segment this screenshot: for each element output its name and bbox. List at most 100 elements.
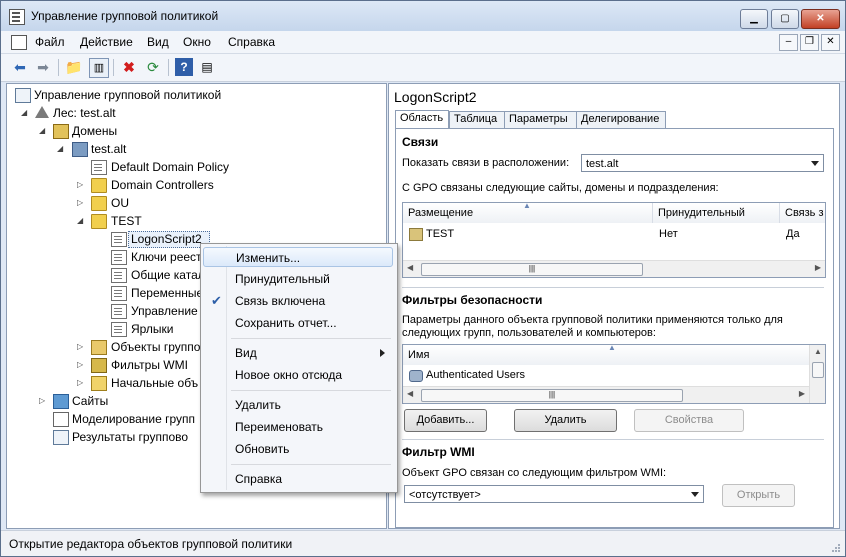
expand-icon[interactable]: ▷ bbox=[77, 176, 83, 194]
links-horizontal-scrollbar[interactable]: ◀ ||| ▶ bbox=[403, 260, 825, 277]
tree-node-gpm-root[interactable]: Управление групповой политикой bbox=[15, 86, 375, 104]
ou-folder-icon bbox=[91, 214, 107, 229]
menu-item-new-window[interactable]: Новое окно отсюда bbox=[203, 365, 393, 385]
menu-item-help[interactable]: Справка bbox=[203, 469, 393, 489]
menu-item-enforced[interactable]: Принудительный bbox=[203, 269, 393, 289]
properties-icon[interactable]: ▤ bbox=[198, 58, 216, 76]
menu-file[interactable]: Файл bbox=[35, 35, 65, 49]
gpo-link-icon bbox=[111, 304, 127, 319]
back-icon[interactable]: ⬅ bbox=[11, 58, 29, 76]
menu-window[interactable]: Окно bbox=[183, 35, 211, 49]
gpo-title: LogonScript2 bbox=[394, 89, 477, 105]
resize-grip-icon[interactable] bbox=[831, 543, 841, 553]
console-icon[interactable] bbox=[11, 35, 27, 50]
app-icon bbox=[9, 9, 25, 25]
menu-item-view[interactable]: Вид bbox=[203, 343, 393, 363]
scroll-up-icon[interactable]: ▲ bbox=[814, 347, 822, 356]
refresh-icon[interactable]: ⟳ bbox=[144, 58, 162, 76]
menu-item-save-report[interactable]: Сохранить отчет... bbox=[203, 313, 393, 333]
gpo-link-icon bbox=[111, 322, 127, 337]
tab-settings[interactable]: Параметры bbox=[504, 111, 577, 128]
collapse-icon[interactable]: ◢ bbox=[77, 212, 83, 230]
scroll-right-icon[interactable]: ▶ bbox=[815, 263, 821, 272]
tree-node-default-domain-policy[interactable]: Default Domain Policy bbox=[15, 158, 375, 176]
column-header-link-enabled[interactable]: Связь з bbox=[780, 203, 825, 223]
menu-help[interactable]: Справка bbox=[228, 35, 275, 49]
mdi-close-button[interactable]: ✕ bbox=[821, 34, 840, 51]
chevron-right-icon bbox=[380, 349, 385, 357]
gpm-root-icon bbox=[15, 88, 31, 103]
sort-ascending-icon: ▲ bbox=[523, 202, 531, 210]
expand-icon[interactable]: ▷ bbox=[39, 392, 45, 410]
mdi-minimize-button[interactable]: – bbox=[779, 34, 798, 51]
security-filter-list[interactable]: Имя ▲ Authenticated Users Domain Compute… bbox=[402, 344, 826, 404]
gpo-link-icon bbox=[91, 160, 107, 175]
expand-icon[interactable]: ▷ bbox=[77, 374, 83, 392]
gpo-link-icon bbox=[111, 232, 127, 247]
links-location-select[interactable]: test.alt bbox=[581, 154, 824, 172]
up-folder-icon[interactable]: 📁 bbox=[65, 58, 83, 76]
links-description: С GPO связаны следующие сайты, домены и … bbox=[402, 182, 719, 194]
collapse-icon[interactable]: ◢ bbox=[39, 122, 45, 140]
menu-view[interactable]: Вид bbox=[147, 35, 169, 49]
column-header-enforced[interactable]: Принудительный bbox=[653, 203, 780, 223]
show-links-label: Показать связи в расположении: bbox=[402, 157, 570, 169]
properties-button[interactable]: Свойства bbox=[634, 409, 744, 432]
expand-icon[interactable]: ▷ bbox=[77, 356, 83, 374]
title-bar[interactable]: Управление групповой политикой ▁ ▢ ✕ bbox=[1, 1, 845, 31]
column-header-location[interactable]: Размещение ▲ bbox=[403, 203, 653, 223]
menu-action[interactable]: Действие bbox=[80, 35, 133, 49]
scrollbar-thumb[interactable]: ||| bbox=[421, 389, 683, 402]
table-row[interactable]: TEST Нет Да bbox=[403, 225, 825, 243]
delete-icon[interactable]: ✖ bbox=[120, 58, 138, 76]
tree-node-forest[interactable]: ◢ Лес: test.alt bbox=[15, 104, 375, 122]
column-header-name[interactable]: Имя ▲ bbox=[403, 345, 809, 365]
wmi-filter-select[interactable]: <отсутствует> bbox=[404, 485, 704, 503]
forward-icon[interactable]: ➡ bbox=[34, 58, 52, 76]
menu-item-edit[interactable]: Изменить... bbox=[203, 247, 393, 267]
tree-node-domains[interactable]: ◢ Домены bbox=[15, 122, 375, 140]
add-button[interactable]: Добавить... bbox=[404, 409, 487, 432]
maximize-button[interactable]: ▢ bbox=[771, 9, 799, 29]
security-horizontal-scrollbar[interactable]: ◀ ||| ▶ bbox=[403, 386, 809, 403]
tree-node-test[interactable]: ◢ TEST bbox=[15, 212, 375, 230]
tab-scope[interactable]: Область bbox=[395, 110, 449, 129]
expand-icon[interactable]: ▷ bbox=[77, 338, 83, 356]
menu-item-delete[interactable]: Удалить bbox=[203, 395, 393, 415]
scroll-right-icon[interactable]: ▶ bbox=[799, 389, 805, 398]
chevron-down-icon bbox=[811, 161, 819, 166]
sites-icon bbox=[53, 394, 69, 409]
menu-separator bbox=[231, 390, 391, 391]
expand-icon[interactable]: ▷ bbox=[77, 194, 83, 212]
tree-node-domain[interactable]: ◢ test.alt bbox=[15, 140, 375, 158]
scrollbar-thumb[interactable]: ||| bbox=[421, 263, 643, 276]
close-button[interactable]: ✕ bbox=[801, 9, 840, 29]
scroll-left-icon[interactable]: ◀ bbox=[407, 263, 413, 272]
ou-folder-icon bbox=[91, 196, 107, 211]
scroll-left-icon[interactable]: ◀ bbox=[407, 389, 413, 398]
section-divider bbox=[402, 439, 824, 440]
menu-item-refresh[interactable]: Обновить bbox=[203, 439, 393, 459]
scrollbar-thumb[interactable] bbox=[812, 362, 824, 378]
menu-item-link-enabled[interactable]: ✔ Связь включена bbox=[203, 291, 393, 311]
show-hide-tree-icon[interactable]: ▥ bbox=[89, 58, 109, 78]
help-icon[interactable]: ? bbox=[175, 58, 193, 76]
security-vertical-scrollbar[interactable]: ▲ bbox=[809, 345, 825, 403]
mdi-restore-button[interactable]: ❐ bbox=[800, 34, 819, 51]
menu-item-rename[interactable]: Переименовать bbox=[203, 417, 393, 437]
tree-node-domain-controllers[interactable]: ▷ Domain Controllers bbox=[15, 176, 375, 194]
remove-button[interactable]: Удалить bbox=[514, 409, 617, 432]
collapse-icon[interactable]: ◢ bbox=[21, 104, 27, 122]
tree-node-ou[interactable]: ▷ OU bbox=[15, 194, 375, 212]
context-menu: Изменить... Принудительный ✔ Связь включ… bbox=[200, 243, 398, 493]
gpo-container-icon bbox=[91, 340, 107, 355]
starter-gpo-icon bbox=[91, 376, 107, 391]
ou-folder-icon bbox=[91, 178, 107, 193]
results-icon bbox=[53, 430, 69, 445]
links-table[interactable]: Размещение ▲ Принудительный Связь з TEST… bbox=[402, 202, 826, 278]
tab-delegation[interactable]: Делегирование bbox=[576, 111, 666, 128]
minimize-button[interactable]: ▁ bbox=[740, 9, 768, 29]
collapse-icon[interactable]: ◢ bbox=[57, 140, 63, 158]
tab-details[interactable]: Таблица bbox=[449, 111, 505, 128]
open-button[interactable]: Открыть bbox=[722, 484, 795, 507]
